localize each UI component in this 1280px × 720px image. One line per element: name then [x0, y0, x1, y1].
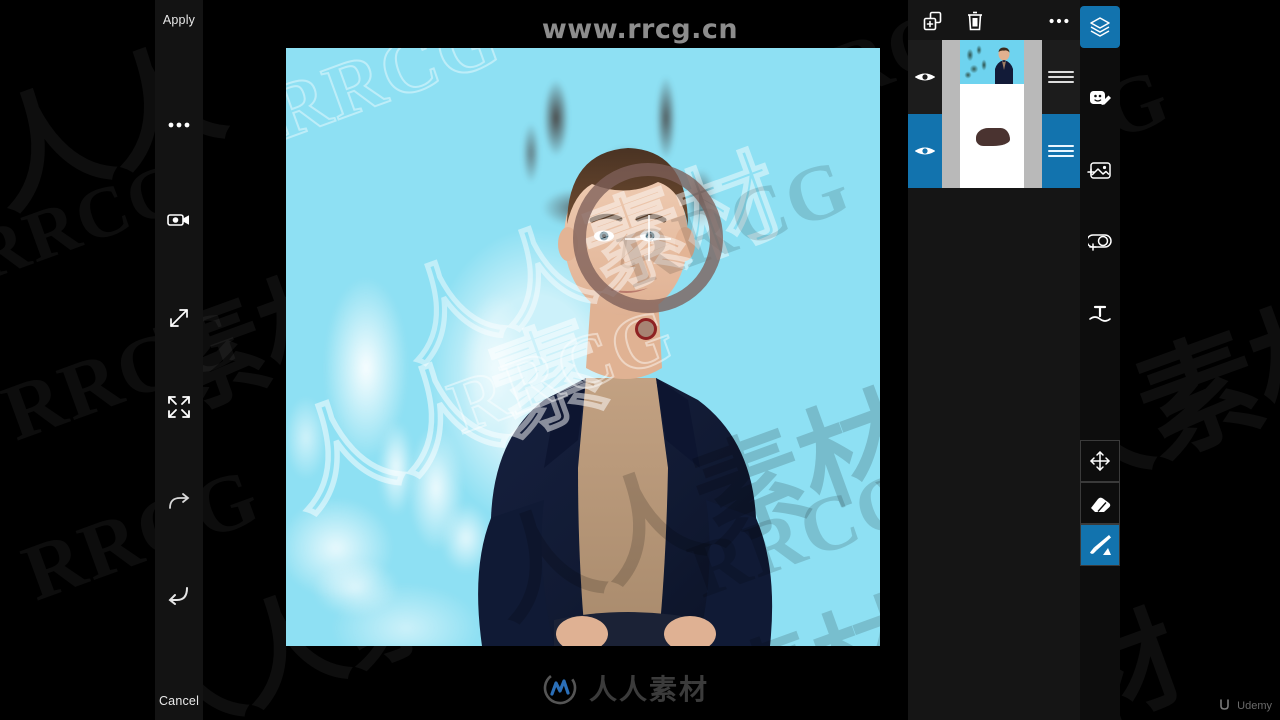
add-layer-icon[interactable]: [920, 8, 946, 34]
redo-icon[interactable]: [155, 487, 203, 517]
eraser-icon[interactable]: [1080, 482, 1120, 524]
layers-toolbar: [908, 0, 1080, 40]
camera-icon[interactable]: [155, 205, 203, 235]
udemy-label: Udemy: [1237, 699, 1272, 712]
text-icon[interactable]: [1080, 292, 1120, 334]
layer-row[interactable]: [908, 40, 1080, 114]
image-editor-app: 人人 RRCG RRCG RRCG 素材 人人素 RRCG RRCG 人人素材 …: [0, 0, 1280, 720]
layer-list: [908, 40, 1080, 188]
right-toolbar: [1080, 0, 1120, 720]
move-icon[interactable]: [1080, 440, 1120, 482]
adjust-icon[interactable]: [1080, 78, 1120, 120]
layers-panel: Normal ▼ Opacity 100: [908, 0, 1080, 720]
layer-row[interactable]: [908, 114, 1080, 188]
brush-icon[interactable]: [1080, 524, 1120, 566]
udemy-watermark: Udemy: [1218, 697, 1272, 714]
layer-drag-handle[interactable]: [1042, 142, 1080, 160]
canvas-photo: RRCG 人人素 人人素材 RRCG 人人素材 RRCG RRCG 素材: [286, 48, 880, 646]
udemy-logo-icon: [1218, 697, 1232, 714]
layer-visibility-icon[interactable]: [908, 145, 942, 157]
expand-arrows-icon[interactable]: [155, 392, 203, 422]
brand-text: 人人素材: [589, 673, 710, 706]
delete-layer-icon[interactable]: [962, 8, 988, 34]
add-image-icon[interactable]: [1080, 150, 1120, 192]
brush-cursor-crosshair: [625, 215, 671, 261]
cancel-button[interactable]: Cancel: [155, 694, 203, 708]
brush-cursor[interactable]: [573, 163, 723, 340]
more-options-icon[interactable]: [155, 110, 203, 140]
resize-diagonal-icon[interactable]: [155, 303, 203, 333]
undo-icon[interactable]: [155, 580, 203, 610]
brush-cursor-point: [635, 318, 657, 340]
left-toolbar: Apply Cancel: [155, 0, 203, 720]
rrcg-logo-icon: [543, 671, 577, 705]
portrait-subject: [426, 148, 773, 646]
layers-icon[interactable]: [1080, 6, 1120, 48]
brand-watermark: 人人素材: [543, 668, 709, 708]
layers-more-icon[interactable]: [1046, 8, 1072, 34]
watermark-rrcg-2: RRCG: [0, 292, 252, 459]
layer-thumbnail[interactable]: [942, 114, 1042, 188]
layer-drag-handle[interactable]: [1042, 68, 1080, 86]
layer-thumbnail[interactable]: [942, 40, 1042, 114]
watermark-rrcg-3: RRCG: [12, 452, 272, 619]
shapes-icon[interactable]: [1080, 221, 1120, 263]
image-canvas[interactable]: RRCG 人人素 人人素材 RRCG 人人素材 RRCG RRCG 素材: [286, 48, 880, 646]
layer-visibility-icon[interactable]: [908, 71, 942, 83]
